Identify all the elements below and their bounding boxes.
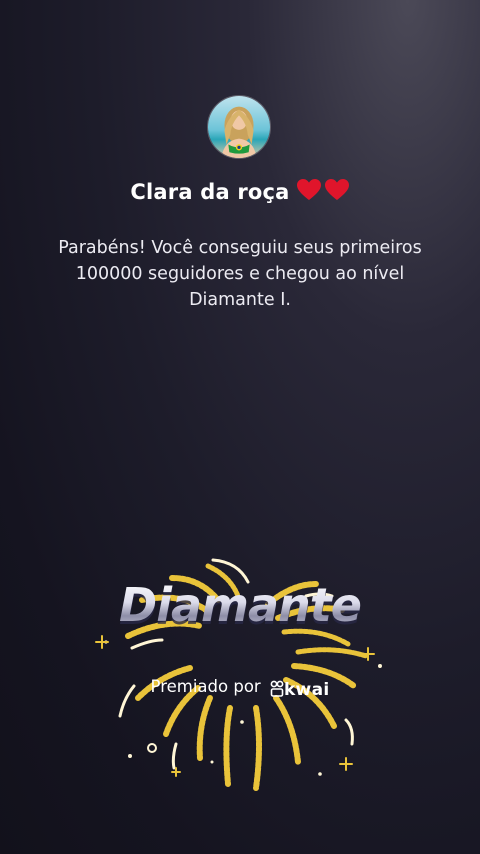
profile-name-text: Clara da roça (130, 180, 290, 204)
kwai-logo: kwai (270, 679, 330, 701)
profile-name: Clara da roça (0, 177, 480, 210)
kwai-mark-icon (270, 680, 284, 697)
congratulations-message: Parabéns! Você conseguiu seus primeiros … (58, 238, 422, 310)
kwai-wordmark: kwai (283, 680, 330, 700)
hearts-group (294, 178, 350, 210)
heart-icon (324, 179, 349, 200)
profile-header: Clara da roça Parabéns! Você conseguiu s… (0, 0, 480, 360)
avatar-image (208, 96, 270, 158)
avatar[interactable] (207, 95, 271, 159)
level-title: Diamante (0, 578, 480, 632)
awarded-by-label: Premiado por (150, 677, 261, 696)
heart-icon (296, 179, 321, 200)
awarded-by: Premiado por kwai (0, 676, 480, 701)
